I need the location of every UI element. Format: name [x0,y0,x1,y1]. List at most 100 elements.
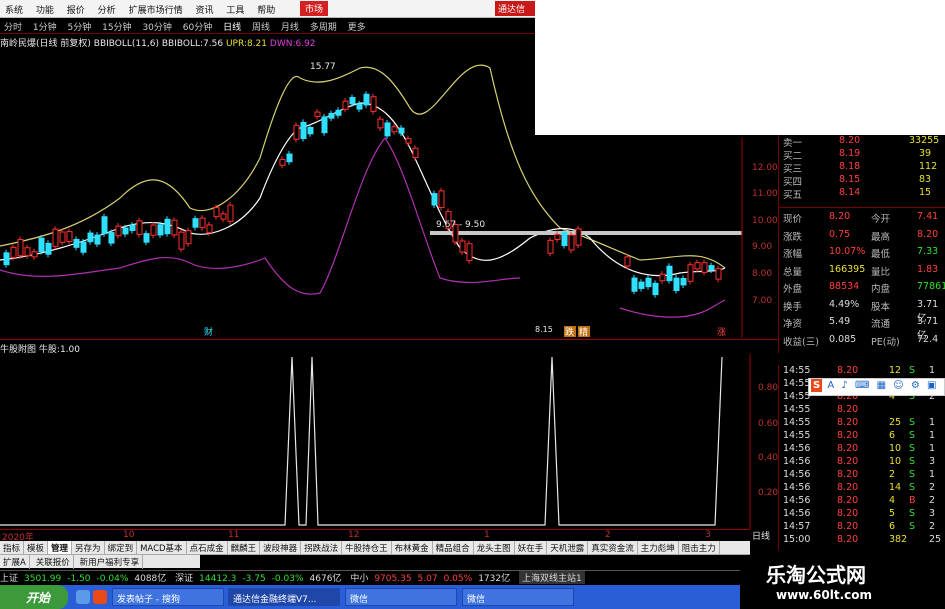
indicator-tab[interactable]: 妖在手 [515,541,548,554]
indicator-tab[interactable]: 天机泄露 [547,541,589,554]
tab-related-quote[interactable]: 关联报价 [33,555,74,569]
stat-label-1: 外盘 [783,284,803,295]
candle-body [136,220,143,235]
ime-settings-icon[interactable]: ⚙ [909,379,922,392]
ime-emoji-icon[interactable]: ☺ [891,379,905,392]
tick-row[interactable]: 14:56 8.20 10 S 1 [779,443,945,456]
tick-side: S [909,365,916,376]
stat-value-1: 10.07% [829,246,866,257]
indicator-tab[interactable]: 另存为 [72,541,105,554]
tick-row[interactable]: 14:57 8.20 6 S 2 [779,521,945,534]
indicator-tab[interactable]: 龙头主图 [474,541,515,554]
tick-row[interactable]: 14:55 8.20 25 S 1 [779,417,945,430]
tick-row[interactable]: 14:55 8.20 12 S 1 [779,365,945,378]
period-1min[interactable]: 1分钟 [29,18,61,35]
task-wechat-1[interactable]: 微信 [345,588,457,606]
indicator-tab[interactable]: 波段神器 [260,541,302,554]
ime-mode-icon[interactable]: A [825,379,836,392]
indicator-tab[interactable]: 阻击主力 [679,541,720,554]
tick-time: 15:00 [783,534,811,545]
candle-body [178,231,185,250]
menu-item-ext-market[interactable]: 扩展市场行情 [124,0,188,19]
server-label[interactable]: 上海双线主站1 [518,571,585,584]
desktop-icon[interactable] [76,590,90,604]
candle-body [199,217,206,229]
stat-value-2: 7.41 [917,211,939,222]
tab-new-user[interactable]: 新用户福利专享 [77,555,144,569]
tab-ext-a[interactable]: 扩展A [0,555,30,569]
candle-body [115,225,122,237]
start-button[interactable]: 开始 [0,585,68,609]
indicator-tab[interactable]: 绑定到 [105,541,138,554]
period-timeshare[interactable]: 分时 [0,18,26,35]
bid-row: 买二 8.19 39 [779,148,945,162]
stat-value-1: 0.75 [829,228,851,240]
indicator-tab[interactable]: 真实资金流 [588,541,638,554]
menu-item-tools[interactable]: 工具 [221,0,249,19]
indicator-tab[interactable]: 点石成金 [187,541,228,554]
bid-label: 买五 [783,190,803,201]
tick-row[interactable]: 14:55 8.20 6 S 1 [779,430,945,443]
period-daily[interactable]: 日线 [219,18,245,35]
period-15min[interactable]: 15分钟 [98,18,135,35]
ime-keyboard-icon[interactable]: ⌨ [853,379,871,392]
indicator-tab[interactable]: 牛股持仓王 [342,541,392,554]
ime-toolbar[interactable]: S A ♪ ⌨ ▦ ☺ ⚙ ▣ [808,378,945,396]
date-tab-label[interactable]: 日线 [752,529,770,542]
ime-voice-icon[interactable]: ♪ [839,379,849,392]
browser-icon[interactable] [93,590,107,604]
task-browser[interactable]: 发表帖子 - 搜狗 [112,588,224,606]
menu-item-news[interactable]: 资讯 [190,0,218,19]
period-weekly[interactable]: 周线 [248,18,274,35]
period-more[interactable]: 更多 [344,18,370,35]
tick-row[interactable]: 14:56 8.20 4 B 2 [779,495,945,508]
menu-item-function[interactable]: 功能 [31,0,59,19]
tick-time: 14:56 [783,508,811,519]
candle-body [80,241,87,253]
menu-item-help[interactable]: 帮助 [252,0,280,19]
tick-row[interactable]: 15:00 8.20 382 25 [779,534,945,547]
menu-item-analysis[interactable]: 分析 [93,0,121,19]
ime-grid-icon[interactable]: ▦ [875,379,888,392]
indicator-tab[interactable]: 布林黄金 [392,541,433,554]
indicator-tab[interactable]: 主力彪坤 [638,541,679,554]
indicator-tab[interactable]: 模板 [24,541,49,554]
sub-tick-080: 0.80 [758,383,778,393]
stat-row: 换手 4.49% 股本 3.71亿 [779,299,945,324]
menu-item-system[interactable]: 系统 [0,0,28,19]
indicator-tab[interactable]: 管理 [48,541,73,554]
tick-row[interactable]: 14:56 8.20 5 S 3 [779,508,945,521]
candle-body [307,126,314,135]
candle-body [17,238,24,257]
indicator-tab[interactable]: MACD基本 [137,541,187,554]
period-30min[interactable]: 30分钟 [138,18,175,35]
tick-price: 8.20 [837,443,859,454]
period-5min[interactable]: 5分钟 [64,18,96,35]
ime-skin-icon[interactable]: ▣ [925,379,938,392]
tick-row[interactable]: 14:55 8.20 [779,404,945,417]
market-button[interactable]: 市场 [300,1,329,16]
indicator-tab[interactable]: 精品组合 [433,541,474,554]
bid-label: 买三 [783,164,803,175]
period-60min[interactable]: 60分钟 [179,18,216,35]
indicator-tab[interactable]: 拐跌战法 [301,541,343,554]
candlestick-chart[interactable]: 15.77 9.67 - 9.50 8.15 财 跌 精 涨 12.00 11.… [0,48,778,338]
indicator-tab[interactable]: 指标 [0,541,25,554]
task-wechat-2[interactable]: 微信 [462,588,574,606]
indicator-tab[interactable]: 麒麟王 [228,541,261,554]
bull-stock-indicator-chart[interactable]: 0.80 0.60 0.40 0.20 [0,354,778,529]
stat-row: 涨幅 10.07% 最低 7.33 [779,246,945,260]
sh-amount: 4088亿 [134,574,167,584]
period-monthly[interactable]: 月线 [277,18,303,35]
sogou-logo-icon[interactable]: S [811,379,823,392]
tick-row[interactable]: 14:56 8.20 2 S 1 [779,469,945,482]
tick-row[interactable]: 14:56 8.20 10 S 3 [779,456,945,469]
panel-divider [0,339,778,340]
period-multi[interactable]: 多周期 [306,18,341,35]
tick-volume: 14 [889,482,902,493]
task-tdx[interactable]: 通达信金融终端V7... [228,588,340,606]
menu-item-quote[interactable]: 报价 [62,0,90,19]
candle-body [673,277,680,292]
stat-label-2: PE(动) [871,336,900,348]
tick-row[interactable]: 14:56 8.20 14 S 2 [779,482,945,495]
